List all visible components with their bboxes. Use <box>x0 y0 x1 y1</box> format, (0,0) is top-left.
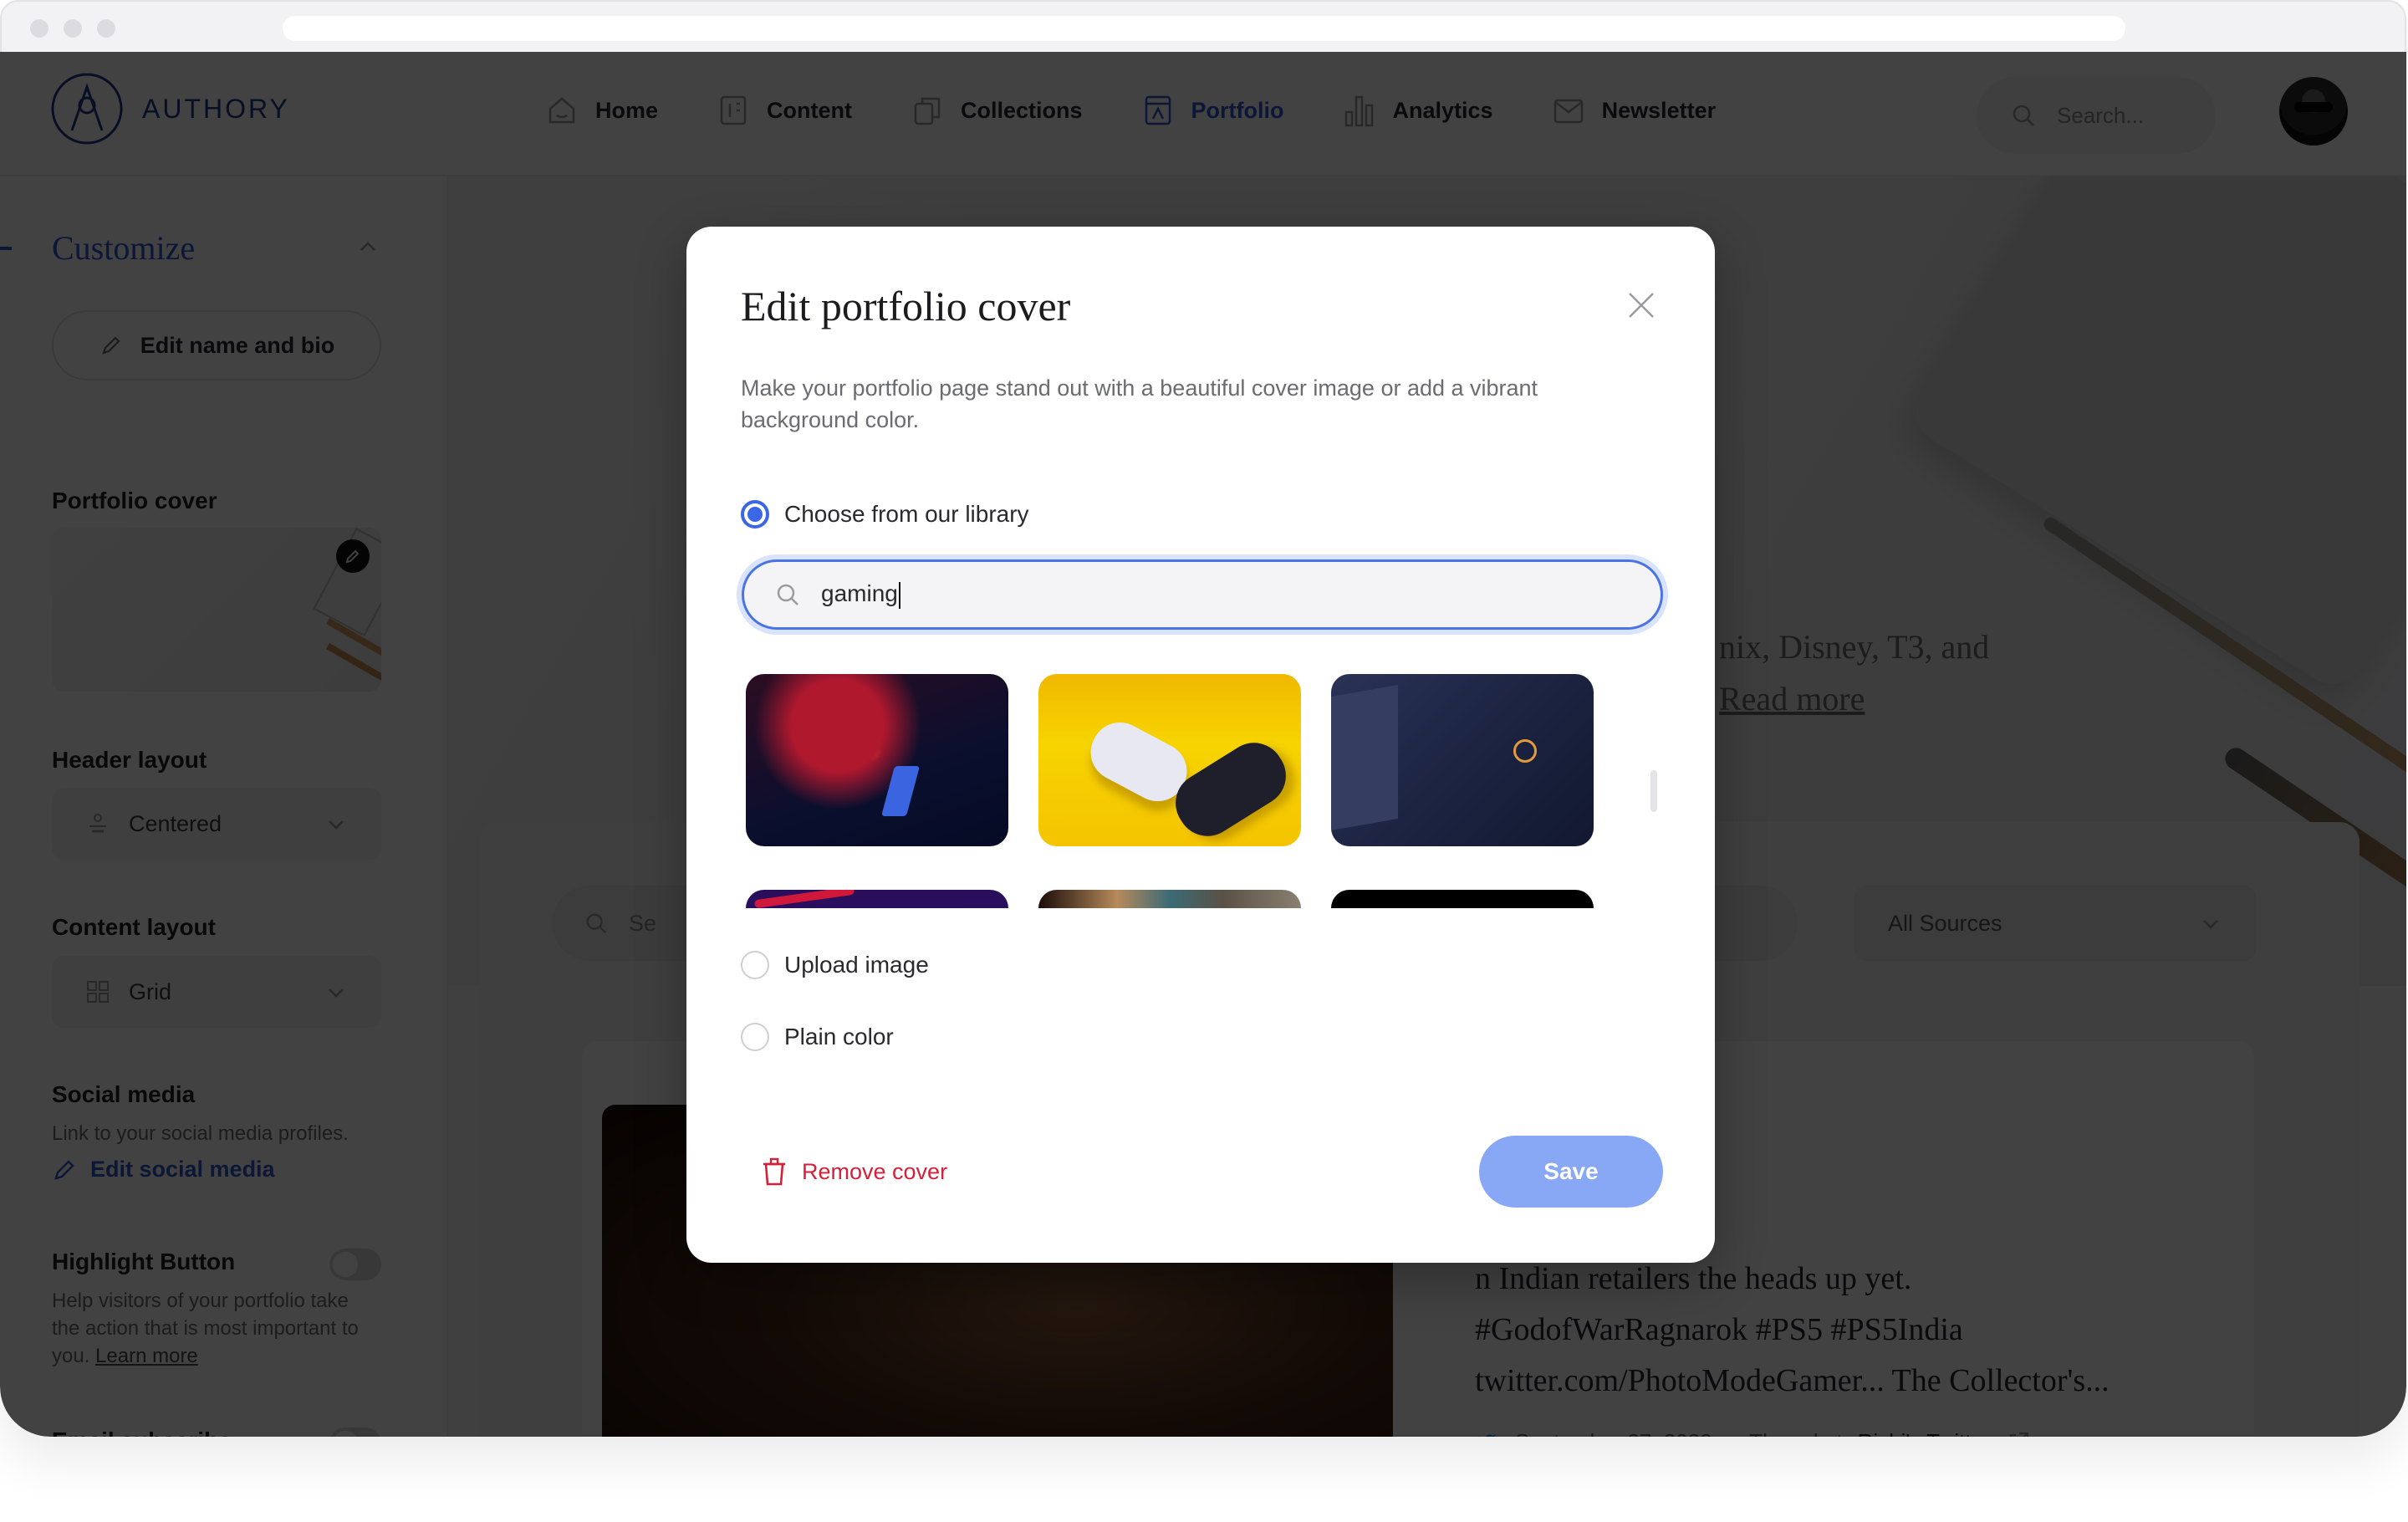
trash-icon <box>763 1157 785 1186</box>
option-library-label: Choose from our library <box>784 501 1029 527</box>
library-result-hands[interactable] <box>1038 890 1301 908</box>
window-maximize-dot[interactable] <box>97 19 115 38</box>
text-cursor <box>898 581 900 609</box>
save-button[interactable]: Save <box>1479 1136 1663 1208</box>
close-icon[interactable] <box>1625 289 1658 322</box>
black-controller-graphic <box>1164 731 1298 846</box>
option-upload-label: Upload image <box>784 952 929 978</box>
library-results-grid[interactable] <box>746 674 1615 908</box>
results-scrollbar[interactable] <box>1650 770 1657 812</box>
library-result-headset[interactable] <box>1331 674 1594 846</box>
modal-description: Make your portfolio page stand out with … <box>741 375 1538 432</box>
library-result-dark[interactable] <box>1331 890 1594 908</box>
radio-plain-color[interactable] <box>741 1023 769 1051</box>
modal-title: Edit portfolio cover <box>741 283 1071 329</box>
window-minimize-dot[interactable] <box>64 19 82 38</box>
library-search-value: gaming <box>821 580 898 607</box>
remove-cover-button[interactable]: Remove cover <box>762 1157 947 1187</box>
remove-cover-label: Remove cover <box>802 1158 948 1184</box>
option-upload[interactable]: Upload image <box>741 951 929 979</box>
library-result-arcade[interactable] <box>746 674 1008 846</box>
search-icon <box>777 584 798 605</box>
option-plain-color[interactable]: Plain color <box>741 1023 894 1051</box>
library-result-controllers[interactable] <box>1038 674 1301 846</box>
option-plain-color-label: Plain color <box>784 1024 894 1050</box>
browser-chrome <box>0 0 2406 52</box>
library-search-input[interactable]: gaming <box>742 559 1663 630</box>
radio-library[interactable] <box>741 500 769 529</box>
address-bar[interactable] <box>283 16 2125 41</box>
option-library[interactable]: Choose from our library <box>741 500 1029 529</box>
edit-cover-modal: Edit portfolio cover Make your portfolio… <box>686 227 1715 1263</box>
window-close-dot[interactable] <box>30 19 48 38</box>
library-result-neon[interactable] <box>746 890 1008 908</box>
radio-upload[interactable] <box>741 951 769 979</box>
